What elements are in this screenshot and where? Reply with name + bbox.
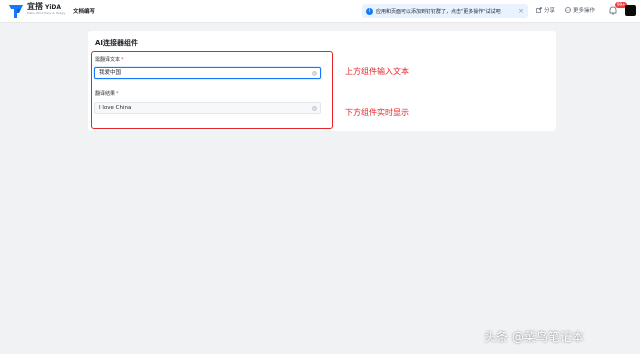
- more-icon: [565, 7, 571, 13]
- info-icon: i: [366, 7, 373, 15]
- share-label: 分享: [544, 8, 556, 14]
- more-label: 更多操作: [573, 8, 596, 14]
- close-icon[interactable]: ×: [518, 7, 524, 15]
- card-title: AI连接器组件: [95, 39, 139, 47]
- yida-logo-icon: [9, 5, 23, 18]
- brand[interactable]: 宜搭 YiDA Make Work Easy & Happy: [27, 3, 65, 15]
- notice-banner: i 应用和页面可以添加到钉钉群了，点击"更多操作"试试吧 ×: [362, 4, 528, 18]
- page-title[interactable]: 文档编写: [73, 7, 95, 15]
- share-icon: [536, 7, 542, 13]
- top-bar: 宜搭 YiDA Make Work Easy & Happy 文档编写 i 应用和…: [0, 0, 640, 23]
- more-actions-button[interactable]: 更多操作: [565, 6, 595, 14]
- annotation-top: 上方组件输入文本: [345, 67, 409, 76]
- brand-tagline: Make Work Easy & Happy: [27, 11, 66, 15]
- annotation-bottom: 下方组件实时显示: [345, 108, 409, 117]
- notice-text: 应用和页面可以添加到钉钉群了，点击"更多操作"试试吧: [376, 8, 501, 15]
- annotation-highlight-box: [91, 51, 333, 129]
- watermark: 头条 @菜鸟笔记本: [484, 330, 584, 344]
- share-button[interactable]: 分享: [536, 6, 555, 14]
- avatar[interactable]: [625, 5, 636, 16]
- brand-name-en: YiDA: [45, 4, 62, 11]
- brand-name: 宜搭: [27, 2, 43, 11]
